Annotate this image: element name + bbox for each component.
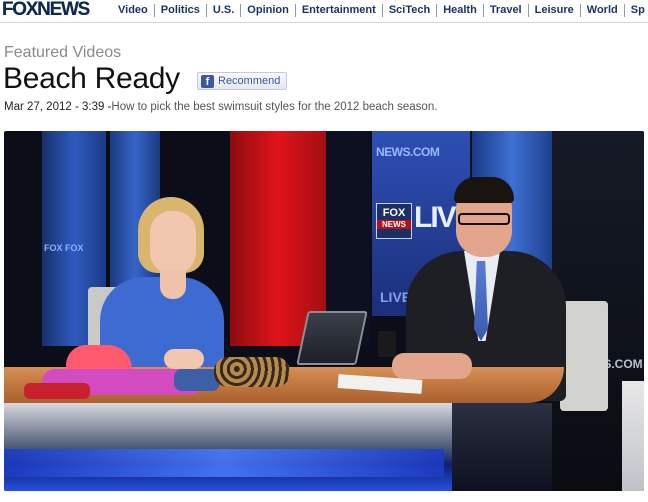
nav-item-leisure[interactable]: Leisure	[527, 4, 580, 17]
swimsuit-red	[24, 383, 90, 399]
video-description: How to pick the best swimsuit styles for…	[111, 101, 438, 113]
foxnews-logo[interactable]: FOXNEWS	[2, 0, 90, 21]
monitor-live-text: LIV	[414, 201, 457, 234]
video-date-duration: Mar 27, 2012 - 3:39 -	[4, 101, 112, 113]
news-desk-front	[4, 403, 452, 491]
nav-item-health[interactable]: Health	[436, 4, 483, 17]
anchor-man-glasses	[458, 213, 510, 225]
anchor-man-hair	[454, 177, 514, 203]
anchor-man-hands	[392, 353, 472, 379]
fox-news-badge: FOX NEWS	[376, 203, 412, 239]
wall-left-text: FOX FOX	[44, 243, 84, 253]
monitor-top-text: NEWS.COM	[376, 145, 440, 159]
facebook-recommend-button[interactable]: f Recommend	[197, 72, 287, 90]
badge-news: NEWS	[377, 220, 411, 229]
nav-item-opinion[interactable]: Opinion	[240, 4, 295, 17]
nav-item-travel[interactable]: Travel	[482, 4, 528, 17]
top-nav-bar: FOXNEWS Video Politics U.S. Opinion Ente…	[0, 0, 648, 23]
nav-item-video[interactable]: Video	[110, 4, 154, 17]
anchor-woman-face	[150, 211, 196, 275]
news-desk-glow	[4, 449, 444, 477]
anchor-woman-hands	[164, 349, 204, 369]
video-meta: Mar 27, 2012 - 3:39 -How to pick the bes…	[4, 101, 437, 113]
video-player[interactable]: FOX FOX NEWS.COM FOX NEWS LIV LIVE WS.CO…	[4, 131, 644, 491]
swimsuit-leopard	[214, 357, 290, 387]
studio-light-strip	[622, 381, 644, 491]
laptop	[296, 311, 368, 365]
nav-item-scitech[interactable]: SciTech	[381, 4, 436, 17]
main-nav: Video Politics U.S. Opinion Entertainmen…	[110, 4, 648, 17]
nav-item-world[interactable]: World	[579, 4, 624, 17]
page-title: Beach Ready	[3, 62, 180, 95]
anchor-woman-neck	[160, 269, 186, 299]
nav-item-entertainment[interactable]: Entertainment	[294, 4, 382, 17]
nav-item-sports[interactable]: Sp	[623, 4, 648, 17]
nav-item-politics[interactable]: Politics	[153, 4, 206, 17]
facebook-icon: f	[201, 74, 214, 88]
section-kicker: Featured Videos	[4, 44, 122, 61]
right-chair	[560, 301, 608, 411]
news-desk-side	[452, 403, 552, 491]
nav-item-us[interactable]: U.S.	[205, 4, 240, 17]
recommend-label: Recommend	[218, 75, 281, 87]
mug	[378, 331, 396, 357]
badge-fox: FOX	[382, 207, 406, 219]
